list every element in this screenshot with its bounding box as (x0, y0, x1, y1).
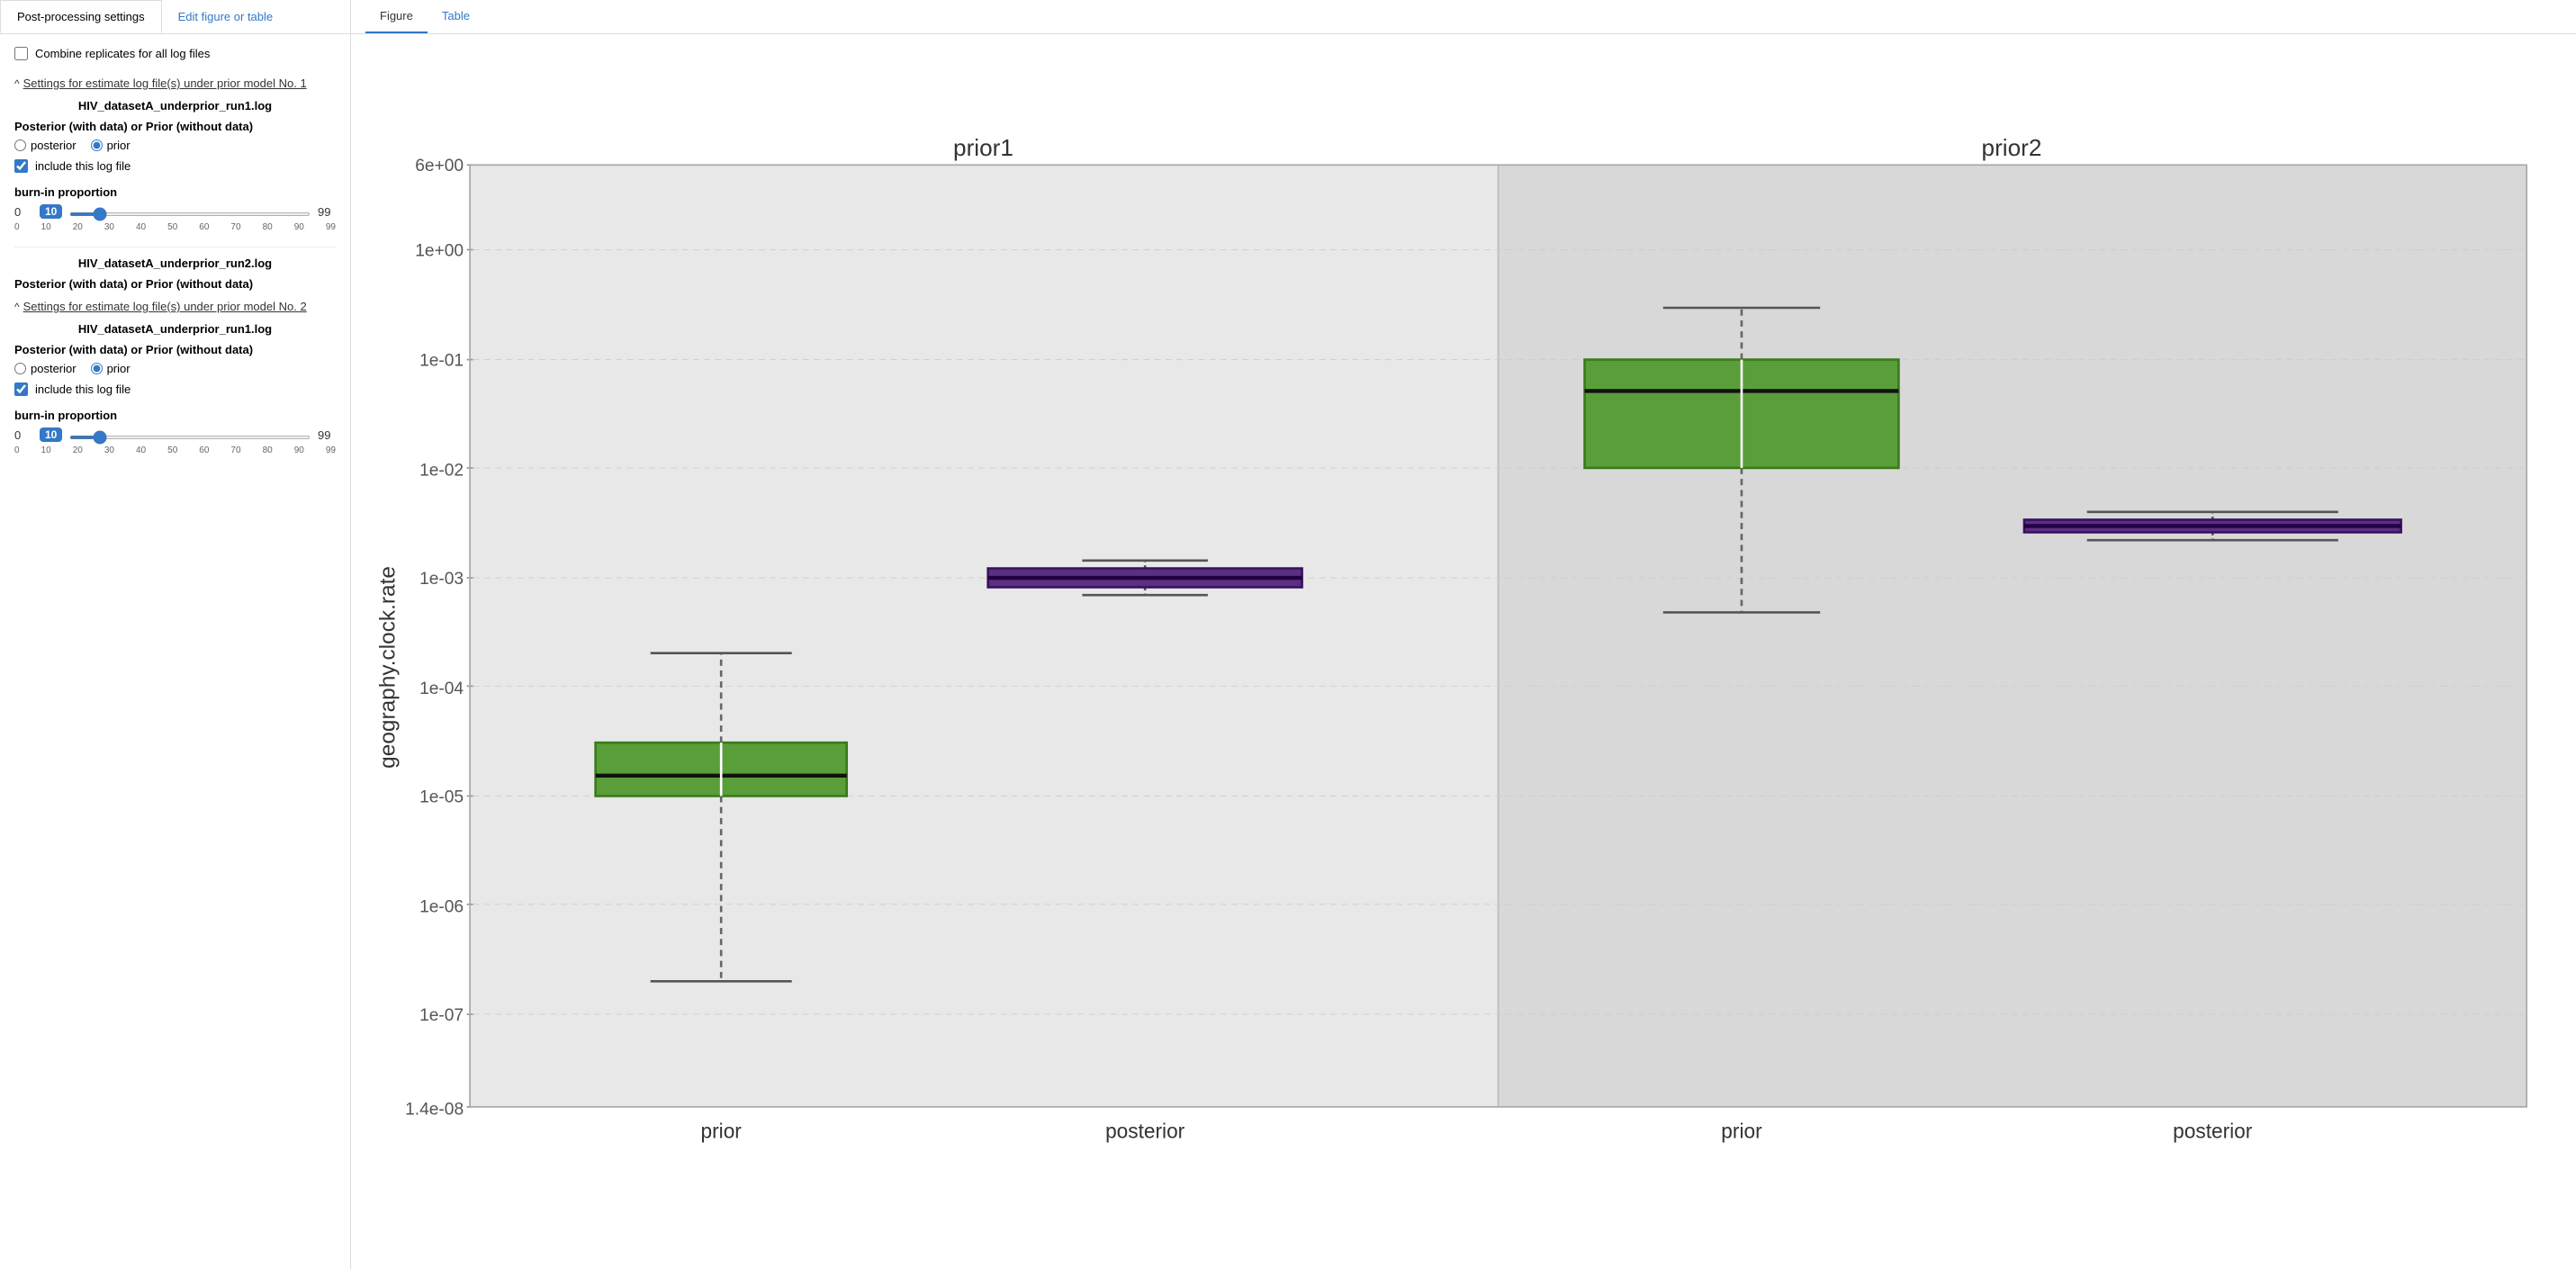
prior1-run1-slider-wrapper (69, 205, 311, 219)
prior1-run1-radio-row: posterior prior (14, 139, 336, 152)
prior2-run1-posterior-option[interactable]: posterior (14, 362, 77, 375)
prior1-run1-burnin-min: 0 (14, 205, 32, 219)
svg-text:6e+00: 6e+00 (415, 157, 464, 176)
prior1-run1-include-row: include this log file (14, 159, 336, 173)
x-label-prior2-posterior: posterior (2173, 1120, 2253, 1143)
prior2-run1-include-row: include this log file (14, 382, 336, 396)
prior2-run1-burnin-slider[interactable] (69, 436, 311, 439)
chart-svg: geography.clock.rate prior1 prior2 (360, 43, 2558, 1260)
prior2-run1-burnin-label: burn-in proportion (14, 409, 336, 422)
prior2-run1-slider-wrapper (69, 428, 311, 442)
prior1-run1-prior-label: prior (107, 139, 131, 152)
figure-tab-bar: Figure Table (351, 0, 2576, 34)
svg-text:1.4e-08: 1.4e-08 (405, 1101, 464, 1120)
tab-figure[interactable]: Figure (365, 0, 428, 33)
prior1-section-link[interactable]: Settings for estimate log file(s) under … (23, 76, 307, 90)
x-label-prior1-posterior: posterior (1105, 1120, 1185, 1143)
prior2-section-header: ^ Settings for estimate log file(s) unde… (14, 300, 336, 313)
tab-table[interactable]: Table (428, 0, 484, 33)
prior1-run1-prior-option[interactable]: prior (91, 139, 131, 152)
svg-text:1e-02: 1e-02 (419, 462, 464, 481)
chart-area: geography.clock.rate prior1 prior2 (351, 34, 2576, 1269)
prior1-run1-include-checkbox[interactable] (14, 159, 28, 173)
prior1-caret-icon: ^ (14, 77, 20, 90)
prior2-run1-pp-label: Posterior (with data) or Prior (without … (14, 343, 336, 356)
tab-edit-figure[interactable]: Edit figure or table (162, 0, 290, 33)
prior1-run1-burnin-slider[interactable] (69, 212, 311, 216)
prior2-run1-include-checkbox[interactable] (14, 382, 28, 396)
prior2-run1-slider-ticks: 01020 304050 607080 9099 (14, 446, 336, 455)
prior1-chart-label: prior1 (953, 134, 1013, 161)
prior2-run1-radio-row: posterior prior (14, 362, 336, 375)
prior1-run1-posterior-option[interactable]: posterior (14, 139, 77, 152)
svg-text:1e-07: 1e-07 (419, 1006, 464, 1025)
prior1-run1-posterior-radio[interactable] (14, 140, 26, 151)
prior2-run1-burnin-max: 99 (318, 428, 336, 442)
prior2-caret-icon: ^ (14, 301, 20, 313)
prior1-run1-burnin-max: 99 (318, 205, 336, 219)
svg-text:1e-03: 1e-03 (419, 570, 464, 589)
prior1-run1-pp-label: Posterior (with data) or Prior (without … (14, 120, 336, 133)
prior2-run1-prior-option[interactable]: prior (91, 362, 131, 375)
panel-content: Combine replicates for all log files ^ S… (0, 34, 350, 468)
combine-replicates-checkbox[interactable] (14, 47, 28, 60)
svg-text:1e-01: 1e-01 (419, 352, 464, 371)
prior2-run1-posterior-radio[interactable] (14, 363, 26, 374)
prior2-run1-include-label: include this log file (35, 382, 131, 396)
tab-post-processing[interactable]: Post-processing settings (0, 0, 162, 33)
prior2-run1-burnin-value: 10 (40, 428, 62, 442)
svg-text:1e-05: 1e-05 (419, 788, 464, 806)
prior1-run2-pp-label: Posterior (with data) or Prior (without … (14, 277, 336, 291)
prior1-run1-posterior-label: posterior (31, 139, 77, 152)
right-panel: Figure Table geography.clock.rate prior1 (351, 0, 2576, 1269)
prior2-run1-burnin-row: 0 10 99 (14, 428, 336, 442)
prior1-run2-filename: HIV_datasetA_underprior_run2.log (14, 256, 336, 270)
x-label-prior2-prior: prior (1721, 1120, 1762, 1143)
svg-text:geography.clock.rate: geography.clock.rate (375, 566, 400, 769)
prior1-run1-slider-ticks: 01020 304050 607080 9099 (14, 222, 336, 232)
prior2-run1-prior-label: prior (107, 362, 131, 375)
prior1-run1-burnin-row: 0 10 99 (14, 204, 336, 219)
combine-replicates-row: Combine replicates for all log files (14, 47, 336, 60)
tab-bar: Post-processing settings Edit figure or … (0, 0, 350, 34)
chart-svg-wrapper: geography.clock.rate prior1 prior2 (360, 43, 2558, 1260)
prior1-run1-filename: HIV_datasetA_underprior_run1.log (14, 99, 336, 112)
svg-text:1e-06: 1e-06 (419, 898, 464, 917)
prior1-run1-burnin-label: burn-in proportion (14, 185, 336, 199)
prior1-run1-include-label: include this log file (35, 159, 131, 173)
run2-sep: HIV_datasetA_underprior_run2.log Posteri… (14, 247, 336, 291)
combine-replicates-label: Combine replicates for all log files (35, 47, 210, 60)
x-label-prior1-prior: prior (701, 1120, 743, 1143)
prior1-run1-burnin-value: 10 (40, 204, 62, 219)
prior2-chart-label: prior2 (1982, 134, 2042, 161)
prior1-run1-prior-radio[interactable] (91, 140, 103, 151)
prior2-run1-filename: HIV_datasetA_underprior_run1.log (14, 322, 336, 336)
svg-text:1e+00: 1e+00 (415, 241, 464, 260)
prior2-run1-prior-radio[interactable] (91, 363, 103, 374)
svg-text:1e-04: 1e-04 (419, 680, 464, 698)
prior2-section-link[interactable]: Settings for estimate log file(s) under … (23, 300, 307, 313)
left-panel: Post-processing settings Edit figure or … (0, 0, 351, 1269)
prior1-section-header: ^ Settings for estimate log file(s) unde… (14, 76, 336, 90)
prior2-run1-burnin-min: 0 (14, 428, 32, 442)
prior2-run1-posterior-label: posterior (31, 362, 77, 375)
